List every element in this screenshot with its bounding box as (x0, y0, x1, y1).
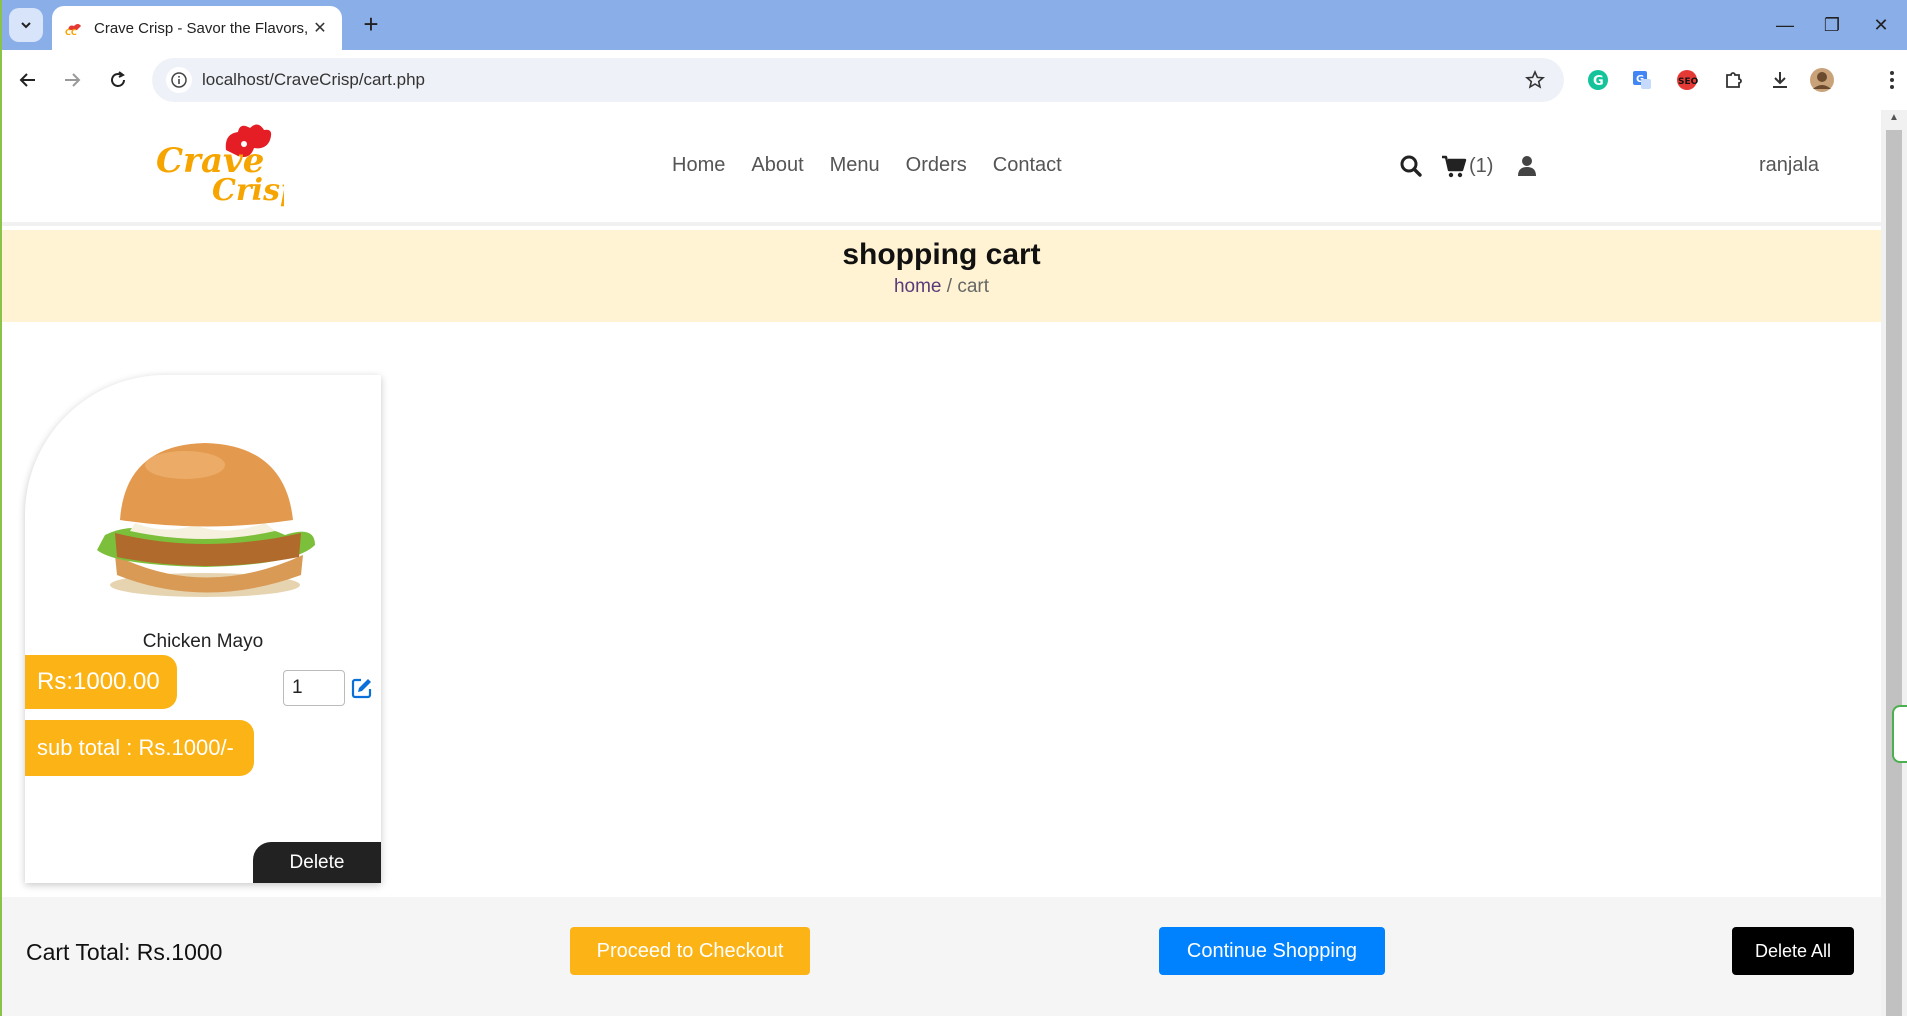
user-icon[interactable] (1517, 152, 1537, 180)
arrow-right-icon (65, 73, 81, 87)
seo-extension-icon[interactable]: SEO (1671, 64, 1703, 96)
page-banner: shopping cart home / cart (2, 230, 1881, 322)
shopping-cart-icon (1442, 155, 1467, 178)
close-window-button[interactable]: ✕ (1866, 10, 1896, 40)
browser-tab-active[interactable]: CC Crave Crisp - Savor the Flavors, ✕ (52, 6, 342, 50)
cart-summary-bar: Cart Total: Rs.1000 Proceed to Checkout … (2, 897, 1881, 1016)
grammarly-extension-icon[interactable]: G (1582, 64, 1614, 96)
breadcrumb-home-link[interactable]: home (894, 276, 942, 297)
crave-crisp-favicon-icon: CC (65, 24, 81, 37)
web-page: Crave Crisp Home About Menu Orders Conta… (2, 110, 1881, 1016)
svg-text:G: G (1593, 74, 1604, 89)
main-nav: Home About Menu Orders Contact (672, 154, 1062, 177)
cart-total: Cart Total: Rs.1000 (26, 939, 223, 965)
back-button[interactable] (12, 64, 44, 96)
reload-icon (111, 71, 125, 87)
item-name: Chicken Mayo (142, 631, 264, 652)
minimize-button[interactable]: — (1770, 10, 1800, 40)
page-title: shopping cart (842, 238, 1041, 271)
translate-extension-icon[interactable]: G (1626, 64, 1658, 96)
address-bar[interactable]: localhost/CraveCrisp/cart.php (152, 58, 1564, 102)
bookmark-star-icon[interactable] (1520, 70, 1550, 90)
delete-all-button[interactable]: Delete All (1732, 927, 1854, 975)
quantity-input[interactable]: 1 (283, 670, 345, 706)
restore-button[interactable]: ❐ (1817, 10, 1847, 40)
logo-text-crisp: Crisp (212, 173, 284, 208)
edit-icon[interactable] (351, 677, 373, 699)
site-header: Crave Crisp Home About Menu Orders Conta… (2, 110, 1881, 226)
proceed-to-checkout-button[interactable]: Proceed to Checkout (570, 927, 810, 975)
reload-button[interactable] (102, 64, 134, 96)
item-subtotal-badge: sub total : Rs.1000/- (25, 720, 254, 776)
nav-orders-link[interactable]: Orders (906, 154, 967, 177)
cart-item-card: Chicken Mayo Rs:1000.00 1 sub total : Rs… (25, 375, 381, 883)
item-price-badge: Rs:1000.00 (25, 655, 177, 709)
browser-menu-icon[interactable] (1876, 64, 1907, 96)
cart-link[interactable]: (1) (1441, 152, 1493, 180)
chicken-mayo-burger-image (97, 443, 315, 597)
nav-contact-link[interactable]: Contact (993, 154, 1062, 177)
tab-search-button[interactable] (9, 8, 43, 42)
downloads-icon[interactable] (1764, 64, 1796, 96)
nav-menu-link[interactable]: Menu (830, 154, 880, 177)
tab-close-icon[interactable]: ✕ (310, 18, 330, 38)
delete-item-button[interactable]: Delete (253, 842, 381, 883)
extensions-puzzle-icon[interactable] (1718, 64, 1750, 96)
cart-count-badge: (1) (1469, 154, 1494, 177)
nav-home-link[interactable]: Home (672, 154, 725, 177)
scroll-up-arrow-icon[interactable]: ▲ (1886, 112, 1902, 128)
crave-crisp-logo[interactable]: Crave Crisp (154, 120, 284, 208)
continue-shopping-button[interactable]: Continue Shopping (1159, 927, 1385, 975)
url-text: localhost/CraveCrisp/cart.php (202, 70, 425, 89)
tab-title: Crave Crisp - Savor the Flavors, (94, 19, 309, 37)
browser-toolbar: localhost/CraveCrisp/cart.php G G SEO (0, 50, 1907, 110)
svg-text:SEO: SEO (1678, 77, 1699, 87)
site-info-icon[interactable] (166, 67, 192, 93)
svg-text:CC: CC (65, 28, 77, 37)
username-label[interactable]: ranjala (1759, 154, 1819, 177)
browser-chrome: CC Crave Crisp - Savor the Flavors, ✕ + … (0, 0, 1907, 110)
side-extension-widget[interactable] (1892, 705, 1907, 763)
search-icon[interactable] (1399, 152, 1423, 180)
scrollbar-thumb[interactable] (1886, 130, 1902, 1016)
chevron-down-icon (21, 22, 31, 29)
breadcrumb-current: / cart (941, 276, 990, 297)
breadcrumb: home / cart (2, 276, 1881, 298)
nav-about-link[interactable]: About (751, 154, 803, 177)
tab-strip: CC Crave Crisp - Savor the Flavors, ✕ + … (0, 0, 1907, 50)
arrow-left-icon (19, 73, 35, 87)
forward-button[interactable] (56, 64, 88, 96)
new-tab-button[interactable]: + (356, 10, 386, 40)
profile-avatar-icon[interactable] (1806, 64, 1838, 96)
